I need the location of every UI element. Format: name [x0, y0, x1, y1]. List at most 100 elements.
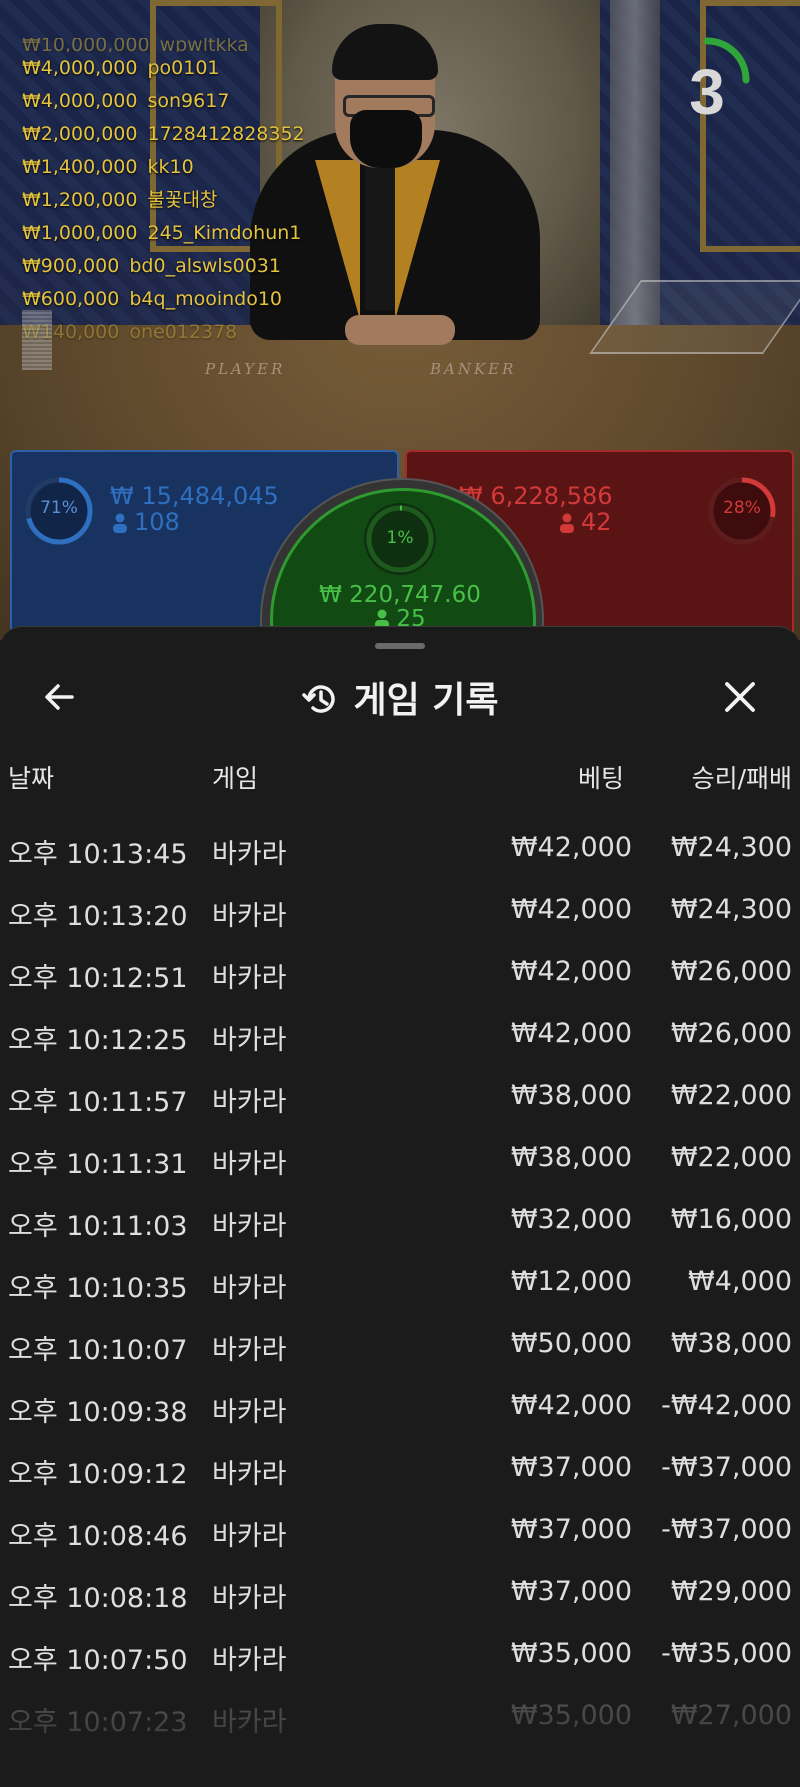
history-date: 오후 10:08:46 [8, 1521, 188, 1552]
banker-count: 42 [559, 508, 612, 536]
history-game: 바카라 [212, 839, 287, 870]
feed-amount: ₩600,000 [22, 288, 120, 310]
history-bet: ₩50,000 [510, 1328, 632, 1359]
history-game: 바카라 [212, 901, 287, 932]
history-result: -₩35,000 [661, 1638, 792, 1669]
feed-amount: ₩1,000,000 [22, 222, 138, 244]
history-bet: ₩42,000 [510, 894, 632, 925]
history-date: 오후 10:10:07 [8, 1335, 188, 1366]
history-row[interactable]: 오후 10:12:51 바카라 ₩42,000 ₩26,000 [0, 941, 800, 1003]
history-result: ₩29,000 [670, 1576, 792, 1607]
history-date: 오후 10:08:18 [8, 1583, 188, 1614]
feed-username: 245_Kimdohun1 [147, 222, 302, 244]
history-game: 바카라 [212, 1335, 287, 1366]
history-date: 오후 10:12:25 [8, 1025, 188, 1056]
live-bet-feed: ₩10,000,000 wpwltkka ₩4,000,000 po0101 ₩4,00… [22, 38, 305, 349]
history-result: ₩26,000 [670, 956, 792, 987]
column-header-game: 게임 [212, 764, 259, 793]
player-percent-ring: 71% [24, 476, 94, 546]
history-bet: ₩42,000 [510, 956, 632, 987]
player-stake: ₩ 15,484,045 [110, 482, 279, 510]
feed-row: ₩4,000,000 son9617 [22, 85, 305, 118]
history-bet: ₩37,000 [510, 1514, 632, 1545]
history-row[interactable]: 오후 10:11:03 바카라 ₩32,000 ₩16,000 [0, 1189, 800, 1251]
column-header-bet: 베팅 [577, 764, 624, 793]
history-date: 오후 10:07:50 [8, 1645, 188, 1676]
banker-percent-ring: 28% [707, 476, 777, 546]
history-bet: ₩38,000 [510, 1080, 632, 1111]
countdown-timer: 3 [662, 35, 752, 128]
sheet-drag-handle[interactable] [375, 643, 425, 649]
player-count-value: 108 [134, 508, 180, 536]
feed-amount: ₩10,000,000 [22, 38, 150, 52]
feed-row: ₩1,000,000 245_Kimdohun1 [22, 217, 305, 250]
banker-percent: 28% [723, 498, 761, 518]
feed-amount: ₩4,000,000 [22, 57, 138, 79]
history-row[interactable]: 오후 10:09:12 바카라 ₩37,000 -₩37,000 [0, 1437, 800, 1499]
feed-amount: ₩900,000 [22, 255, 120, 277]
sheet-title: 게임 기록 [353, 680, 499, 721]
history-game: 바카라 [212, 1645, 287, 1676]
history-bet: ₩12,000 [510, 1266, 632, 1297]
history-game: 바카라 [212, 1211, 287, 1242]
history-game: 바카라 [212, 1149, 287, 1180]
feed-row: ₩4,000,000 po0101 [22, 52, 305, 85]
history-result: ₩26,000 [670, 1018, 792, 1049]
feed-username: b4q_mooindo10 [129, 288, 283, 310]
column-header-date: 날짜 [8, 764, 55, 793]
feed-username: wpwltkka [159, 38, 249, 52]
history-date: 오후 10:11:31 [8, 1149, 188, 1180]
column-header-result: 승리/패배 [691, 764, 792, 793]
history-row[interactable]: 오후 10:13:20 바카라 ₩42,000 ₩24,300 [0, 879, 800, 941]
history-row[interactable]: 오후 10:10:35 바카라 ₩12,000 ₩4,000 [0, 1251, 800, 1313]
history-result: ₩22,000 [670, 1142, 792, 1173]
history-date: 오후 10:13:45 [8, 839, 188, 870]
history-result: -₩42,000 [661, 1390, 792, 1421]
feed-row: ₩900,000 bd0_alswls0031 [22, 250, 305, 283]
close-button[interactable] [718, 675, 762, 719]
feed-username: bd0_alswls0031 [129, 255, 281, 277]
history-date: 오후 10:11:57 [8, 1087, 188, 1118]
history-game: 바카라 [212, 1397, 287, 1428]
history-row[interactable]: 오후 10:09:38 바카라 ₩42,000 -₩42,000 [0, 1375, 800, 1437]
feed-row: ₩140,000 one012378 [22, 316, 305, 349]
feed-username: kk10 [147, 156, 194, 178]
feed-username: 불꽃대창 [147, 189, 218, 211]
history-date: 오후 10:11:03 [8, 1211, 188, 1242]
history-row[interactable]: 오후 10:11:31 바카라 ₩38,000 ₩22,000 [0, 1127, 800, 1189]
history-row[interactable]: 오후 10:08:18 바카라 ₩37,000 ₩29,000 [0, 1561, 800, 1623]
history-bet: ₩42,000 [510, 1018, 632, 1049]
feed-row: ₩10,000,000 wpwltkka [22, 38, 305, 52]
history-result: ₩24,300 [670, 832, 792, 863]
history-date: 오후 10:09:38 [8, 1397, 188, 1428]
tie-percent: 1% [386, 528, 414, 548]
feed-username: son9617 [147, 90, 230, 112]
history-row[interactable]: 오후 10:13:45 바카라 ₩42,000 ₩24,300 [0, 817, 800, 879]
history-date: 오후 10:10:35 [8, 1273, 188, 1304]
history-result: -₩37,000 [661, 1514, 792, 1545]
history-row[interactable]: 오후 10:11:57 바카라 ₩38,000 ₩22,000 [0, 1065, 800, 1127]
history-row[interactable]: 오후 10:08:46 바카라 ₩37,000 -₩37,000 [0, 1499, 800, 1561]
player-percent: 71% [40, 498, 78, 518]
person-icon [113, 513, 127, 533]
history-row[interactable]: 오후 10:12:25 바카라 ₩42,000 ₩26,000 [0, 1003, 800, 1065]
feed-username: 1728412828352 [147, 123, 305, 145]
history-row[interactable]: 오후 10:07:50 바카라 ₩35,000 -₩35,000 [0, 1623, 800, 1685]
history-game: 바카라 [212, 1025, 287, 1056]
history-bet: ₩35,000 [510, 1638, 632, 1669]
history-game: 바카라 [212, 1087, 287, 1118]
history-row[interactable]: 오후 10:10:07 바카라 ₩50,000 ₩38,000 [0, 1313, 800, 1375]
feed-amount: ₩1,200,000 [22, 189, 138, 211]
feed-row: ₩600,000 b4q_mooindo10 [22, 283, 305, 316]
history-bet: ₩38,000 [510, 1142, 632, 1173]
history-row[interactable]: 오후 10:07:23 바카라 ₩35,000 ₩27,000 [0, 1685, 800, 1747]
person-icon [560, 513, 574, 533]
history-result: ₩24,300 [670, 894, 792, 925]
history-game: 바카라 [212, 1707, 287, 1738]
history-game: 바카라 [212, 1459, 287, 1490]
history-date: 오후 10:13:20 [8, 901, 188, 932]
history-date: 오후 10:07:23 [8, 1707, 188, 1738]
feed-username: po0101 [147, 57, 220, 79]
history-bet: ₩37,000 [510, 1576, 632, 1607]
feed-row: ₩2,000,000 1728412828352 [22, 118, 305, 151]
